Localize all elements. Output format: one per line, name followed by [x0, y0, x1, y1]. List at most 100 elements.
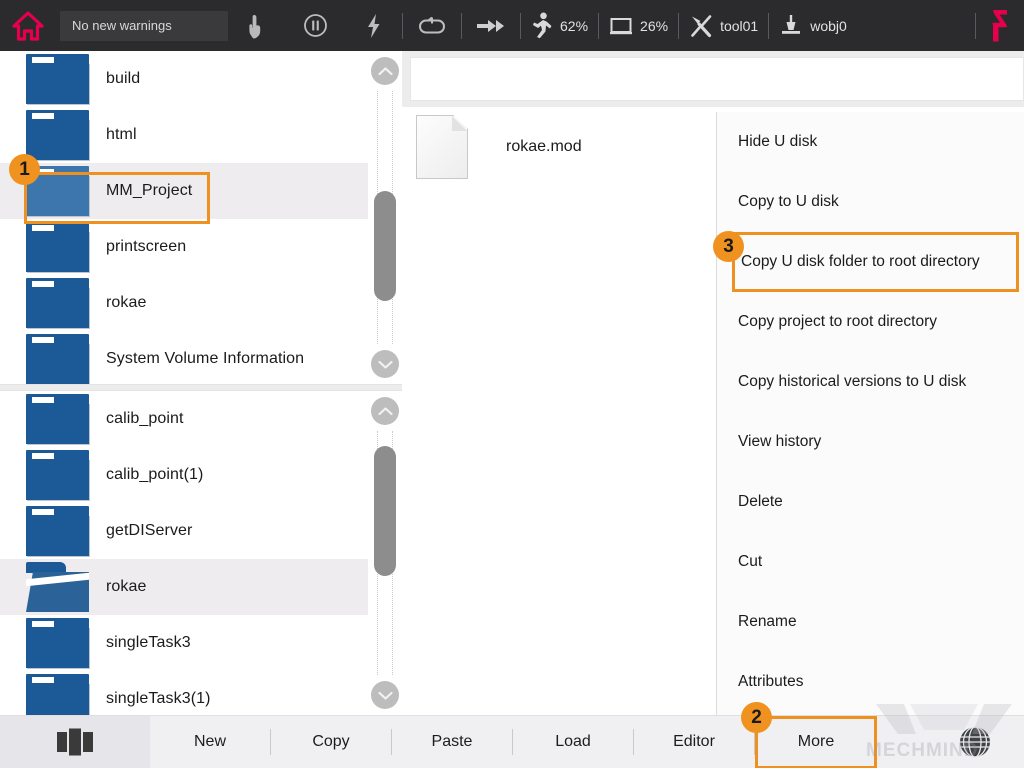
running-person-icon — [531, 12, 553, 39]
robot-arm-icon[interactable] — [976, 0, 1024, 51]
annotation-badge-2: 2 — [741, 702, 772, 733]
context-menu-item-delete[interactable]: Delete — [717, 472, 1024, 532]
speed-value: 62% — [560, 18, 588, 34]
sidebar-item-label: printscreen — [106, 238, 186, 256]
folder-closed-icon — [26, 674, 89, 715]
sidebar-item-calib-point-1[interactable]: calib_point(1) — [0, 447, 368, 503]
monitor-icon — [609, 16, 633, 36]
sidebar-item-label: build — [106, 70, 140, 88]
sidebar-item-label: getDIServer — [106, 522, 192, 540]
three-bars-icon — [52, 727, 98, 757]
warning-message-box[interactable]: No new warnings — [60, 11, 228, 41]
lightning-bolt-icon[interactable] — [344, 0, 402, 51]
context-menu-item-cut[interactable]: Cut — [717, 532, 1024, 592]
scroll-down-button[interactable] — [371, 350, 399, 378]
sidebar-item-label: html — [106, 126, 137, 144]
fast-forward-icon[interactable] — [462, 0, 520, 51]
chevron-down-icon — [378, 690, 393, 701]
context-menu-item-rename[interactable]: Rename — [717, 592, 1024, 652]
scroll-up-button[interactable] — [371, 397, 399, 425]
bottom-action-editor[interactable]: Editor — [634, 716, 754, 768]
speed-indicator[interactable]: 62% — [521, 0, 598, 51]
scroll-thumb[interactable] — [374, 191, 396, 301]
pane-divider — [0, 384, 402, 391]
main-panel-header — [410, 57, 1024, 101]
load-indicator[interactable]: 26% — [599, 0, 678, 51]
context-menu-item-hide-u-disk[interactable]: Hide U disk — [717, 112, 1024, 172]
sidebar-top-pane: build html MM_Project printscreen rokae — [0, 51, 402, 384]
sidebar-item-printscreen[interactable]: printscreen — [0, 219, 368, 275]
bottom-pane-scrollbar[interactable] — [368, 391, 402, 715]
top-status-bar: No new warnings — [0, 0, 1024, 51]
context-menu: Hide U disk Copy to U disk Copy U disk f… — [716, 112, 1024, 715]
context-menu-item-copy-u-disk-folder[interactable]: Copy U disk folder to root directory — [732, 232, 1019, 292]
context-menu-item-copy-project-to-root[interactable]: Copy project to root directory — [717, 292, 1024, 352]
globe-button[interactable] — [926, 716, 1024, 768]
hand-pointer-icon[interactable] — [228, 0, 286, 51]
sidebar-item-label: System Volume Information — [106, 350, 304, 368]
top-pane-scrollbar[interactable] — [368, 51, 402, 384]
folder-closed-icon — [26, 278, 89, 328]
scroll-up-button[interactable] — [371, 57, 399, 85]
workobject-value: wobj0 — [810, 18, 847, 34]
chevron-up-icon — [378, 66, 393, 77]
document-file-icon — [416, 115, 468, 179]
sidebar-item-mm-project[interactable]: MM_Project — [0, 163, 368, 219]
pause-circle-icon[interactable] — [286, 0, 344, 51]
loop-cycle-icon[interactable] — [403, 0, 461, 51]
wrench-screwdriver-icon — [689, 14, 713, 38]
annotation-badge-1: 1 — [9, 154, 40, 185]
folder-closed-icon — [26, 618, 89, 668]
load-value: 26% — [640, 18, 668, 34]
panel-toggle-button[interactable] — [0, 716, 150, 768]
sidebar-item-label: MM_Project — [106, 182, 192, 200]
sidebar-item-calib-point[interactable]: calib_point — [0, 391, 368, 447]
file-tile-rokae-mod[interactable]: rokae.mod — [416, 115, 582, 179]
sidebar-bottom-pane: calib_point calib_point(1) getDIServer r… — [0, 391, 402, 715]
bottom-action-paste[interactable]: Paste — [392, 716, 512, 768]
sidebar-item-build[interactable]: build — [0, 51, 368, 107]
workobject-icon — [779, 13, 803, 38]
context-menu-item-copy-to-u-disk[interactable]: Copy to U disk — [717, 172, 1024, 232]
sidebar-item-html[interactable]: html — [0, 107, 368, 163]
context-menu-item-copy-historical-versions[interactable]: Copy historical versions to U disk — [717, 352, 1024, 412]
folder-closed-icon — [26, 334, 89, 384]
tool-selector[interactable]: tool01 — [679, 0, 768, 51]
bottom-action-copy[interactable]: Copy — [271, 716, 391, 768]
folder-closed-icon — [26, 394, 89, 444]
top-folder-list: build html MM_Project printscreen rokae — [0, 51, 368, 384]
bottom-action-load[interactable]: Load — [513, 716, 633, 768]
warning-message-text: No new warnings — [72, 18, 172, 33]
sidebar-item-singletask3[interactable]: singleTask3 — [0, 615, 368, 671]
workobject-selector[interactable]: wobj0 — [769, 0, 857, 51]
bottom-action-new[interactable]: New — [150, 716, 270, 768]
file-tile-label: rokae.mod — [506, 138, 582, 156]
sidebar-item-label: calib_point — [106, 410, 184, 428]
context-menu-item-view-history[interactable]: View history — [717, 412, 1024, 472]
bottom-action-more[interactable]: More — [755, 716, 877, 768]
folder-closed-icon — [26, 110, 89, 160]
folder-open-icon — [26, 562, 89, 612]
sidebar-item-system-volume-information[interactable]: System Volume Information — [0, 331, 368, 384]
sidebar-item-label: singleTask3 — [106, 634, 191, 652]
chevron-down-icon — [378, 359, 393, 370]
folder-closed-icon — [26, 222, 89, 272]
scroll-down-button[interactable] — [371, 681, 399, 709]
sidebar-item-label: singleTask3(1) — [106, 690, 211, 708]
sidebar-item-label: rokae — [106, 294, 147, 312]
sidebar-item-rokae-open[interactable]: rokae — [0, 559, 368, 615]
tool-value: tool01 — [720, 18, 758, 34]
sidebar-item-label: rokae — [106, 578, 147, 596]
bottom-action-bar: New Copy Paste Load Editor More — [0, 715, 1024, 768]
home-icon[interactable] — [0, 0, 56, 51]
folder-closed-icon — [26, 506, 89, 556]
application-window: No new warnings — [0, 0, 1024, 768]
sidebar-item-getdiserver[interactable]: getDIServer — [0, 503, 368, 559]
folder-closed-icon — [26, 450, 89, 500]
sidebar-item-label: calib_point(1) — [106, 466, 203, 484]
sidebar-item-singletask3-1[interactable]: singleTask3(1) — [0, 671, 368, 715]
scroll-thumb[interactable] — [374, 446, 396, 576]
bottom-actions-group: New Copy Paste Load Editor More — [150, 716, 926, 768]
file-browser-sidebar: build html MM_Project printscreen rokae — [0, 51, 402, 715]
sidebar-item-rokae[interactable]: rokae — [0, 275, 368, 331]
